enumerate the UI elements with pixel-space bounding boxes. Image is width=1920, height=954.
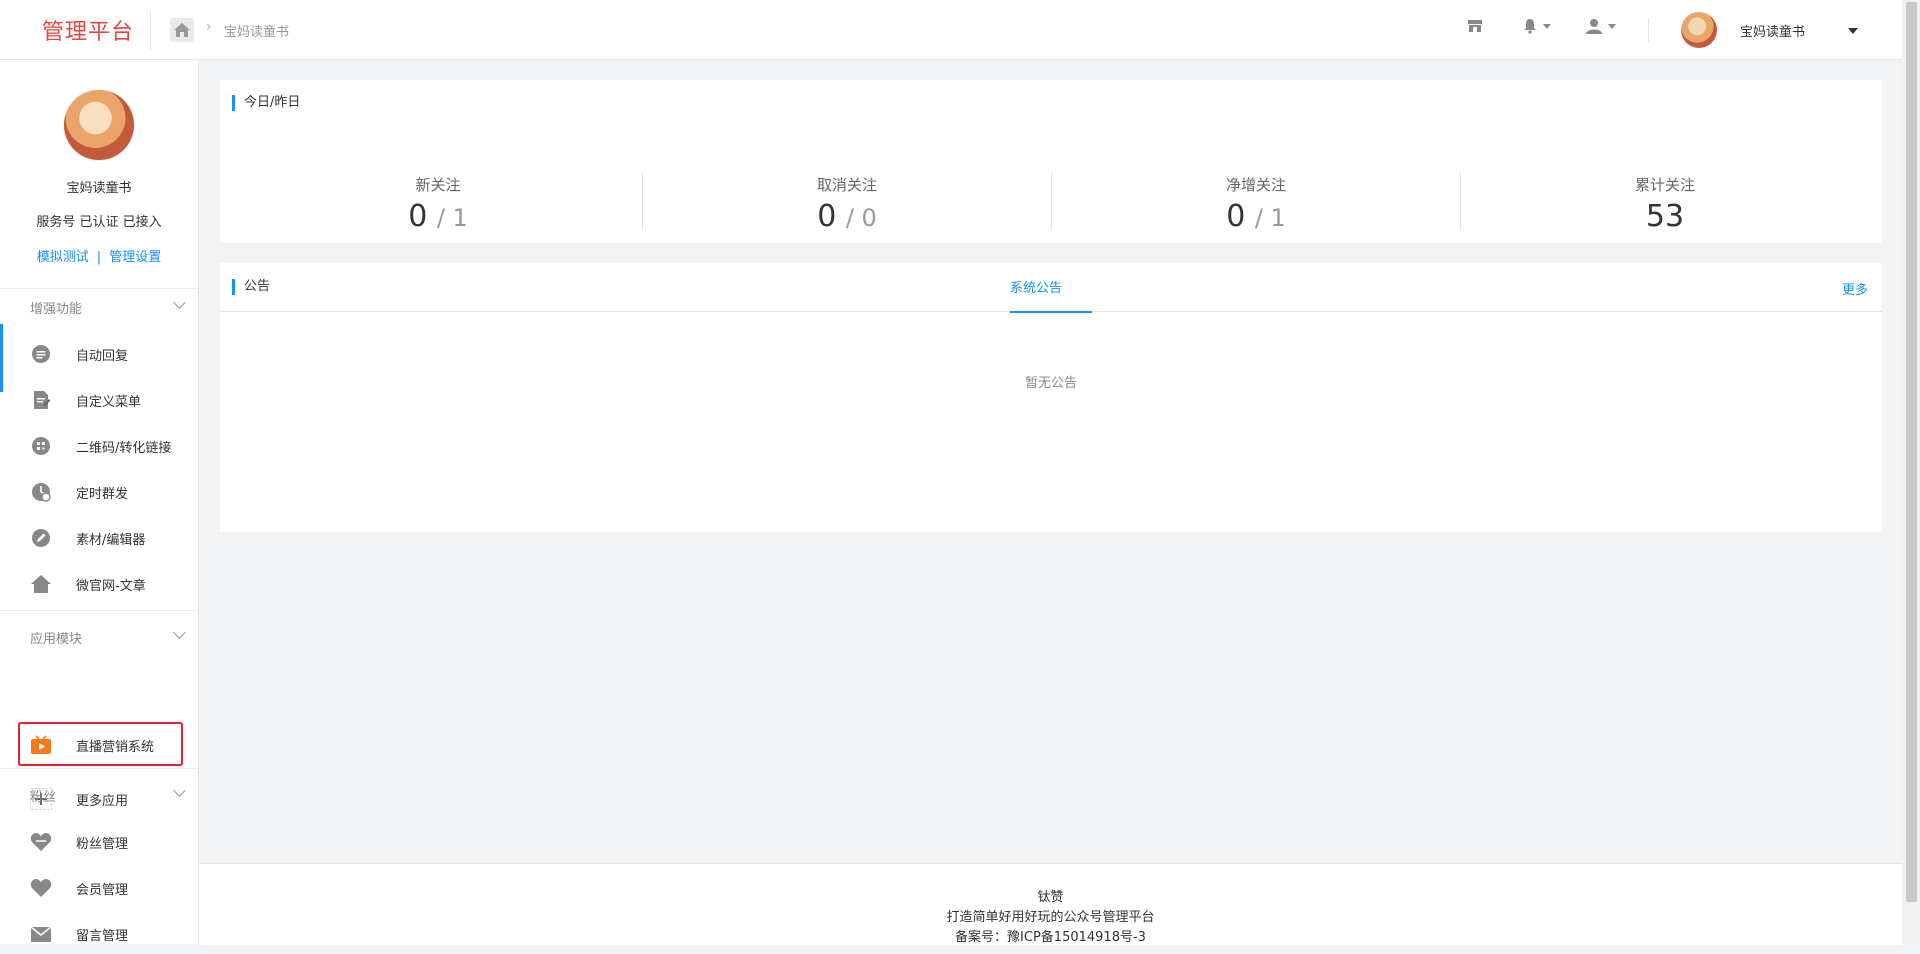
section-title-enhance[interactable]: 增强功能 xyxy=(30,298,82,317)
account-links: 模拟测试 | 管理设置 xyxy=(0,246,198,265)
sidebar-item-micro-site[interactable]: 微官网-文章 xyxy=(0,564,198,604)
sidebar-item-label: 直播营销系统 xyxy=(76,739,155,755)
sidebar-item-auto-reply[interactable]: 自动回复 xyxy=(0,334,198,374)
sidebar-item-live-marketing[interactable]: 直播营销系统 xyxy=(0,725,198,765)
stats-card: 今日/昨日 新关注 0 / 1 取消关注 0 / 0 净增关注 0 / 1 累计… xyxy=(220,80,1882,243)
chevron-down-icon[interactable] xyxy=(173,296,186,309)
divider xyxy=(1460,172,1461,230)
live-tv-icon xyxy=(30,734,52,756)
stat-yesterday: / 0 xyxy=(845,204,877,232)
clock-icon xyxy=(30,481,52,503)
account-status: 服务号 已认证 已接入 xyxy=(36,215,162,230)
chevron-down-icon xyxy=(1543,23,1551,29)
link-separator: | xyxy=(96,250,102,265)
divider xyxy=(0,610,198,611)
sidebar-item-label: 自动回复 xyxy=(76,348,129,364)
notification-bell-icon[interactable] xyxy=(1523,18,1551,34)
stat-unfollows: 取消关注 0 / 0 xyxy=(697,174,997,234)
sidebar-item-label: 素材/编辑器 xyxy=(76,532,146,548)
top-bar: 管理平台 › 宝妈读童书 宝妈读童书 xyxy=(0,0,1902,60)
tab-system-notice[interactable]: 系统公告 xyxy=(1010,277,1062,296)
chevron-down-icon[interactable] xyxy=(1848,28,1858,34)
heart-icon xyxy=(30,831,52,853)
manage-settings-link[interactable]: 管理设置 xyxy=(109,250,161,265)
home-icon xyxy=(30,573,52,595)
divider xyxy=(642,172,643,230)
divider xyxy=(1051,172,1052,230)
stat-total-follows: 累计关注 53 xyxy=(1515,174,1815,234)
sidebar-item-scheduled-send[interactable]: 定时群发 xyxy=(0,472,198,512)
divider xyxy=(1648,18,1649,42)
sidebar-item-label: 粉丝管理 xyxy=(76,836,129,852)
notice-card: 公告 系统公告 更多 暂无公告 xyxy=(220,263,1882,532)
sidebar-item-label: 微官网-文章 xyxy=(76,578,146,594)
brand-logo[interactable]: 管理平台 xyxy=(42,14,134,46)
stat-label: 取消关注 xyxy=(816,176,877,194)
divider xyxy=(0,768,198,769)
stat-today: 53 xyxy=(1645,199,1685,234)
more-link[interactable]: 更多 xyxy=(1842,279,1868,298)
account-name: 宝妈读童书 xyxy=(66,181,132,196)
simulate-test-link[interactable]: 模拟测试 xyxy=(37,250,89,265)
sidebar-item-fans[interactable]: 粉丝管理 xyxy=(0,822,198,862)
footer: 钛赞 打造简单好用好玩的公众号管理平台 备案号：豫ICP备15014918号-3 xyxy=(199,863,1902,945)
stats-card-title: 今日/昨日 xyxy=(232,95,300,111)
stat-value: 0 / 1 xyxy=(288,199,588,234)
footer-icp[interactable]: 备案号：豫ICP备15014918号-3 xyxy=(199,928,1902,948)
sidebar-item-label: 会员管理 xyxy=(76,882,129,898)
stat-yesterday: / 1 xyxy=(1254,204,1286,232)
document-edit-icon xyxy=(30,389,52,411)
stat-label: 新关注 xyxy=(415,176,461,194)
account-avatar xyxy=(64,90,134,160)
sidebar-item-label: 自定义菜单 xyxy=(76,394,142,410)
stat-value: 0 / 0 xyxy=(697,199,997,234)
footer-brand: 钛赞 xyxy=(1037,890,1064,905)
stat-today: 0 xyxy=(817,199,837,234)
home-icon[interactable] xyxy=(170,18,194,42)
chat-icon xyxy=(30,343,52,365)
stat-today: 0 xyxy=(408,199,428,234)
stat-label: 累计关注 xyxy=(1634,176,1695,194)
stat-today: 0 xyxy=(1226,199,1246,234)
mail-icon xyxy=(30,923,52,945)
stat-yesterday: / 1 xyxy=(436,204,468,232)
qrcode-icon xyxy=(30,435,52,457)
sidebar-item-label: 更多应用 xyxy=(76,793,129,809)
pencil-icon xyxy=(30,527,52,549)
stat-value: 0 / 1 xyxy=(1106,199,1406,234)
stat-value: 53 xyxy=(1515,199,1815,234)
sidebar-item-messages[interactable]: 留言管理 xyxy=(0,914,198,954)
chevron-down-icon xyxy=(1608,23,1616,29)
sidebar-item-label: 定时群发 xyxy=(76,486,129,502)
sidebar-item-members[interactable]: 会员管理 xyxy=(0,868,198,908)
empty-notice-text: 暂无公告 xyxy=(1024,376,1077,391)
scrollbar-thumb[interactable] xyxy=(1906,2,1917,902)
footer-slogan: 打造简单好用好玩的公众号管理平台 xyxy=(946,910,1155,925)
stat-net-growth: 净增关注 0 / 1 xyxy=(1106,174,1406,234)
stat-label: 净增关注 xyxy=(1225,176,1286,194)
scrollbar[interactable] xyxy=(1902,0,1920,944)
sidebar-item-label: 留言管理 xyxy=(76,928,129,944)
sidebar-item-qrcode[interactable]: 二维码/转化链接 xyxy=(0,426,198,466)
stat-new-follows: 新关注 0 / 1 xyxy=(288,174,588,234)
sidebar: 宝妈读童书 服务号 已认证 已接入 模拟测试 | 管理设置 增强功能 自动回复 自定… xyxy=(0,60,199,944)
sidebar-item-material-editor[interactable]: 素材/编辑器 xyxy=(0,518,198,558)
notice-card-title: 公告 xyxy=(232,279,270,295)
sidebar-item-label: 二维码/转化链接 xyxy=(76,440,172,456)
section-title-fans[interactable]: 粉丝 xyxy=(30,786,56,805)
store-icon[interactable] xyxy=(1467,18,1483,34)
section-title-apps[interactable]: 应用模块 xyxy=(30,628,82,647)
username[interactable]: 宝妈读童书 xyxy=(1740,21,1805,40)
breadcrumb-chevron-icon: › xyxy=(206,19,212,35)
chevron-down-icon[interactable] xyxy=(173,626,186,639)
sidebar-item-custom-menu[interactable]: 自定义菜单 xyxy=(0,380,198,420)
avatar[interactable] xyxy=(1681,12,1717,48)
divider xyxy=(0,288,198,289)
divider xyxy=(150,10,151,50)
active-tab-indicator xyxy=(1010,311,1092,313)
user-menu-icon[interactable] xyxy=(1586,18,1616,34)
heart-icon xyxy=(30,877,52,899)
breadcrumb[interactable]: 宝妈读童书 xyxy=(224,21,289,40)
